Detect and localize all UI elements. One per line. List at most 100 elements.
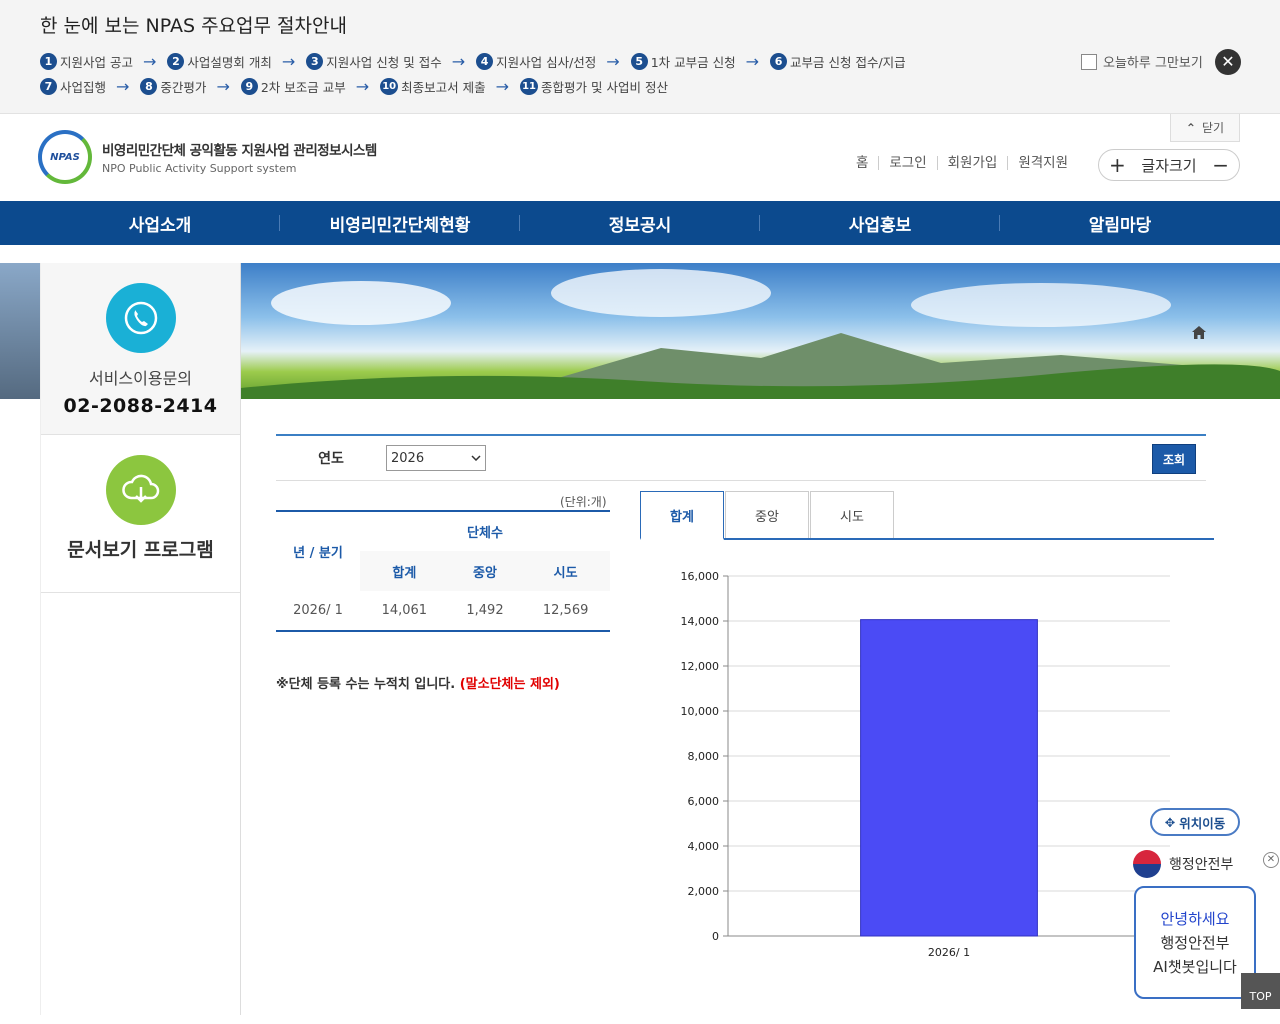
arrow-right-icon: → — [355, 77, 370, 96]
site-logo[interactable]: NPAS 비영리민간단체 공익활동 지원사업 관리정보시스템 NPO Publi… — [38, 130, 377, 184]
doc-viewer-program[interactable]: 문서보기 프로그램 — [41, 435, 240, 593]
arrow-right-icon: → — [495, 77, 510, 96]
procedure-step: 5 1차 교부금 신청 — [630, 52, 736, 71]
step-label: 최종보고서 제출 — [401, 80, 486, 95]
chatbot-greeting: 안녕하세요 — [1160, 910, 1230, 928]
nav-disclosure[interactable]: 정보공시 — [520, 201, 760, 245]
scroll-top-button[interactable]: TOP — [1241, 973, 1280, 1009]
move-label: 위치이동 — [1179, 815, 1226, 831]
cell-central: 1,492 — [466, 603, 504, 618]
bar-chart: 0 2,000 4,000 6,000 8,000 10,000 12,000 14,000 1… — [681, 570, 1170, 959]
procedure-step: 3 지원사업 신청 및 접수 — [306, 52, 442, 71]
procedure-step: 10 최종보고서 제출 — [380, 77, 486, 96]
tab-total[interactable]: 합계 — [640, 491, 724, 540]
step-label: 종합평가 및 사업비 정산 — [541, 80, 668, 95]
step-number: 2 — [167, 53, 185, 70]
phone-icon — [105, 283, 176, 353]
chevron-down-icon — [471, 455, 481, 461]
npas-logo-icon: NPAS — [38, 130, 92, 184]
util-signup-link[interactable]: 회원가입 — [936, 156, 1008, 170]
nav-notice[interactable]: 알림마당 — [1000, 201, 1240, 245]
step-label: 사업집행 — [60, 80, 107, 95]
close-tab-label: 닫기 — [1201, 121, 1225, 135]
y-tick-label: 0 — [712, 930, 719, 943]
procedure-step: 8 중간평가 — [140, 77, 206, 96]
col-sido: 시도 — [521, 551, 610, 591]
step-number: 8 — [140, 78, 158, 95]
bar — [860, 619, 1038, 937]
steps-row-2: 7 사업집행 → 8 중간평가 → 9 2차 보조금 교부 → 10 최종보고서 제출 → 11 종합평가… — [40, 77, 668, 96]
tab-central[interactable]: 중앙 — [725, 491, 809, 538]
nav-npo-status[interactable]: 비영리민간단체현황 — [280, 201, 520, 245]
ministry-badge: 행정안전부 — [1133, 850, 1233, 878]
procedure-step: 1 지원사업 공고 — [40, 52, 133, 71]
cell-total: 14,061 — [381, 603, 428, 618]
chatbot-line-3: AI챗봇입니다 — [1153, 958, 1237, 976]
today-dismiss-checkbox[interactable]: 오늘하루 그만보기 — [1081, 52, 1203, 71]
step-label: 지원사업 심사/선정 — [496, 55, 597, 70]
step-number: 7 — [40, 78, 57, 95]
table-row: 2026/ 1 14,061 1,492 12,569 — [276, 591, 610, 631]
font-increase-button[interactable]: + — [1109, 155, 1126, 175]
nav-promotion[interactable]: 사업홍보 — [760, 201, 1000, 245]
stats-table: 년 / 분기 단체수 합계 중앙 시도 2026/ 1 14,061 1,492… — [276, 510, 610, 632]
chevron-up-icon: ⌃ — [1185, 120, 1196, 135]
arrow-right-icon: → — [216, 77, 230, 96]
ai-chatbot-bubble[interactable]: 안녕하세요 행정안전부 AI챗봇입니다 — [1134, 886, 1256, 999]
util-home-link[interactable]: 홈 — [846, 156, 878, 170]
logo-sub-text: NPO Public Activity Support system — [102, 162, 297, 175]
move-position-button[interactable]: ✥ 위치이동 — [1150, 808, 1240, 836]
cell-sido: 12,569 — [542, 603, 589, 618]
step-number: 11 — [520, 78, 539, 95]
cloud-download-icon — [105, 455, 176, 525]
procedure-step: 7 사업집행 — [40, 77, 106, 96]
step-label: 지원사업 신청 및 접수 — [326, 55, 442, 70]
font-size-label: 글자크기 — [1141, 156, 1197, 175]
logo-main-text: 비영리민간단체 공익활동 지원사업 관리정보시스템 — [102, 143, 377, 159]
service-inquiry[interactable]: 서비스이용문의 02-2088-2414 — [41, 263, 240, 435]
step-label: 지원사업 공고 — [60, 55, 133, 70]
step-label: 2차 보조금 교부 — [260, 80, 346, 95]
search-button[interactable]: 조회 — [1152, 444, 1196, 474]
arrow-right-icon: → — [745, 52, 760, 71]
nav-business-intro[interactable]: 사업소개 — [40, 201, 280, 245]
year-select[interactable]: 2026 — [386, 445, 486, 471]
year-label: 연도 — [318, 451, 344, 467]
steps-row-1: 1 지원사업 공고 → 2 사업설명회 개최 → 3 지원사업 신청 및 접수 → 4 지원사업 심… — [40, 52, 906, 71]
chatbot-close-icon[interactable]: ✕ — [1263, 852, 1279, 868]
landscape-banner — [241, 263, 1280, 399]
step-number: 1 — [40, 53, 57, 70]
procedure-step: 6 교부금 신청 접수/지급 — [770, 52, 906, 71]
year-value: 2026 — [391, 450, 425, 466]
note-main: ※단체 등록 수는 누적치 입니다. — [276, 677, 460, 692]
procedure-step: 4 지원사업 심사/선정 — [476, 52, 596, 71]
col-year-quarter: 년 / 분기 — [276, 510, 360, 591]
util-remote-link[interactable]: 원격지원 — [1007, 156, 1078, 170]
notice-close-icon[interactable]: ✕ — [1215, 49, 1241, 75]
checkbox-box[interactable] — [1081, 53, 1097, 70]
y-tick-label: 4,000 — [688, 840, 720, 853]
home-icon[interactable] — [1192, 326, 1206, 343]
procedure-step: 2 사업설명회 개최 — [167, 52, 272, 71]
util-login-link[interactable]: 로그인 — [878, 156, 936, 170]
header-close-tab[interactable]: ⌃ 닫기 — [1170, 114, 1240, 142]
step-number: 10 — [380, 78, 399, 95]
cell-period: 2026/ 1 — [293, 603, 343, 618]
y-tick-label: 14,000 — [681, 615, 720, 628]
note-text: ※단체 등록 수는 누적치 입니다. (말소단체는 제외) — [276, 673, 560, 692]
y-tick-label: 16,000 — [681, 570, 720, 583]
unit-label: (단위:개) — [560, 495, 607, 509]
service-phone: 02-2088-2414 — [63, 395, 218, 417]
main-navigation: 사업소개 비영리민간단체현황 정보공시 사업홍보 알림마당 — [0, 201, 1280, 245]
font-decrease-button[interactable]: − — [1212, 155, 1229, 175]
left-sidebar: 서비스이용문의 02-2088-2414 문서보기 프로그램 — [40, 263, 241, 1015]
col-central: 중앙 — [448, 551, 522, 591]
chart-tabs: 합계 중앙 시도 — [640, 491, 1214, 540]
tab-sido[interactable]: 시도 — [810, 491, 894, 538]
step-label: 교부금 신청 접수/지급 — [790, 55, 906, 70]
note-red: (말소단체는 제외) — [459, 677, 560, 692]
chatbot-line-2: 행정안전부 — [1160, 934, 1230, 952]
y-tick-label: 6,000 — [688, 795, 720, 808]
step-label: 1차 교부금 신청 — [650, 55, 736, 70]
step-number: 6 — [770, 53, 788, 70]
